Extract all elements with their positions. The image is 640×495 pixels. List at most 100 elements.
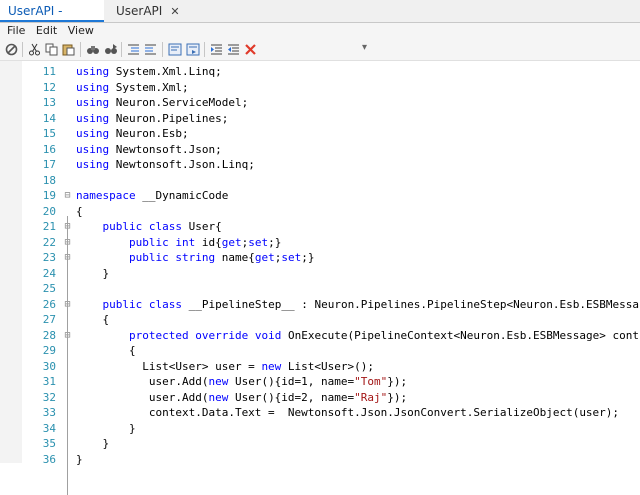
code-line[interactable]: 34 } (0, 421, 640, 437)
code-text: using Neuron.Pipelines; (76, 111, 228, 127)
keyword-token: using (76, 111, 110, 125)
line-number: 17 (42, 158, 56, 171)
code-line[interactable]: 18 (0, 173, 640, 189)
line-number: 36 (42, 452, 56, 466)
code-token: { (76, 204, 83, 218)
code-line[interactable]: 20 { (0, 204, 640, 220)
code-text: } (76, 266, 109, 282)
copy-icon[interactable] (44, 42, 59, 57)
code-line[interactable]: 27 { (0, 312, 640, 328)
code-line[interactable]: 19 ⊟ namespace __DynamicCode (0, 188, 640, 204)
fold-guide (67, 339, 68, 448)
keyword-token: new (208, 375, 229, 388)
code-line[interactable]: 30 List<User> user = new List<User>(); (0, 359, 640, 375)
uncomment-icon[interactable] (143, 42, 158, 57)
menu-edit[interactable]: Edit (36, 23, 57, 39)
tab-userapi[interactable]: UserAPI ✕ (108, 0, 188, 22)
find-icon[interactable] (85, 42, 100, 57)
code-line[interactable]: 28⊟ protected override void OnExecute(Pi… (0, 328, 640, 344)
code-token: List<User>(); (281, 359, 375, 373)
code-text: using System.Xml; (76, 80, 189, 96)
code-line[interactable]: 23⊟ public string name{get;set;} (0, 250, 640, 266)
code-text: { (76, 343, 136, 359)
code-line[interactable]: 25 (0, 281, 640, 297)
line-number: 11 (42, 65, 56, 78)
line-number: 13 (42, 96, 56, 109)
code-text: namespace __DynamicCode (76, 188, 228, 204)
tab-label: UserAPI (116, 4, 163, 18)
menu-file[interactable]: File (7, 23, 25, 39)
code-line[interactable]: 32 user.Add(new User(){id=2, name="Raj"}… (0, 390, 640, 406)
code-line[interactable]: 29 { (0, 343, 640, 359)
cut-icon[interactable] (27, 42, 42, 57)
outdent-icon[interactable] (226, 42, 241, 57)
code-line[interactable]: 22⊟ public int id{get;set;} (0, 235, 640, 251)
code-line[interactable]: 21⊟ public class User{ (0, 219, 640, 235)
code-token: } (76, 421, 136, 435)
menu-view[interactable]: View (68, 23, 94, 39)
indent-icon[interactable] (209, 42, 224, 57)
code-line[interactable]: 12 using System.Xml; (0, 80, 640, 96)
keyword-token: using (76, 142, 110, 156)
code-line[interactable]: 13 using Neuron.ServiceModel; (0, 95, 640, 111)
line-number: 31 (42, 375, 56, 388)
bookmark-next-icon[interactable] (185, 42, 200, 57)
code-line[interactable]: 33 context.Data.Text = Newtonsoft.Json.J… (0, 405, 640, 421)
keyword-token: class (148, 220, 182, 233)
code-line[interactable]: 36} (0, 452, 640, 468)
keyword-token: protected (128, 328, 189, 342)
code-token: name{ (215, 251, 255, 264)
tab-userapi-get[interactable]: UserAPI - Get✕ (0, 0, 104, 40)
keyword-token: override (195, 328, 249, 342)
toolbar-overflow-chevron-icon[interactable]: ▾ (362, 42, 367, 53)
keyword-token: int (175, 235, 196, 249)
code-line[interactable]: 16 using Newtonsoft.Json; (0, 142, 640, 158)
comment-icon[interactable] (126, 42, 141, 57)
code-token: System.Xml; (109, 80, 189, 94)
keyword-token: using (76, 127, 110, 140)
code-token: user.Add( (76, 390, 209, 404)
keyword-token: public (102, 220, 143, 233)
code-token: System.Xml.Linq; (109, 65, 222, 78)
code-token: ;} (268, 235, 282, 249)
code-text: protected override void OnExecute(Pipeli… (76, 328, 639, 344)
paste-icon[interactable] (61, 42, 76, 57)
code-text: public int id{get;set;} (76, 235, 281, 251)
code-token: Neuron.Esb; (109, 127, 189, 140)
code-line[interactable]: 35 } (0, 436, 640, 452)
tab-bar: UserAPI - Get✕ UserAPI ✕ (0, 0, 640, 40)
code-line[interactable]: 15 using Neuron.Esb; (0, 126, 640, 142)
code-text: using Neuron.ServiceModel; (76, 95, 248, 111)
delete-icon[interactable] (243, 42, 258, 57)
code-line[interactable]: 26⊟ public class __PipelineStep__ : Neur… (0, 297, 640, 313)
line-number: 24 (42, 266, 56, 280)
code-line[interactable]: 24 } (0, 266, 640, 282)
code-text: public class __PipelineStep__ : Neuron.P… (76, 297, 639, 313)
line-number: 22 (42, 235, 56, 249)
code-line[interactable]: 14 using Neuron.Pipelines; (0, 111, 640, 127)
code-token: } (76, 437, 110, 450)
find-next-icon[interactable] (103, 42, 118, 57)
line-number: 12 (42, 80, 56, 94)
code-line[interactable]: 11 using System.Xml.Linq; (0, 64, 640, 80)
line-number: 35 (42, 437, 56, 450)
code-text: using System.Xml.Linq; (76, 64, 222, 80)
code-line[interactable]: 17 using Newtonsoft.Json.Linq; (0, 157, 640, 173)
code-token: }); (387, 390, 408, 404)
line-number: 23 (42, 251, 56, 264)
code-text: using Newtonsoft.Json.Linq; (76, 157, 255, 173)
bookmark-icon[interactable] (167, 42, 182, 57)
code-line[interactable]: 31 user.Add(new User(){id=1, name="Tom"}… (0, 374, 640, 390)
close-icon[interactable]: ✕ (170, 5, 179, 18)
code-text: } (76, 421, 136, 437)
fold-toggle-icon[interactable]: ⊟ (63, 188, 72, 204)
code-editor[interactable]: 11 using System.Xml.Linq; 12 using System.X… (0, 61, 640, 495)
toolbar: ▾ (0, 39, 640, 61)
toolbar-separator (162, 42, 163, 57)
no-icon[interactable] (4, 42, 19, 57)
toolbar-separator (80, 42, 81, 57)
keyword-token: using (76, 158, 110, 171)
